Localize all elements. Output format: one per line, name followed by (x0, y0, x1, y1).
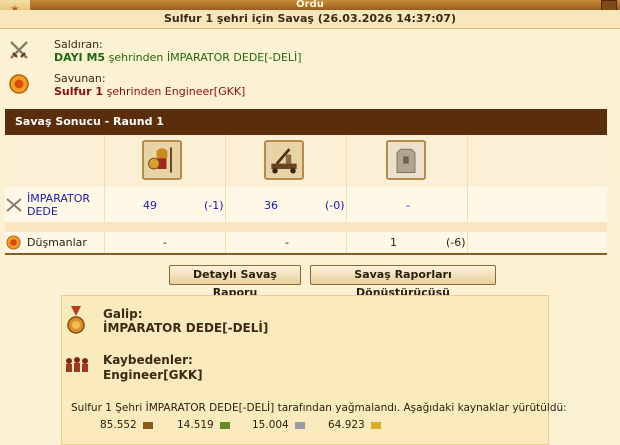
shield-icon (9, 74, 29, 94)
attacker-origin: DAYI M5 şehrinden İMPARATOR DEDE[-DELİ] (54, 51, 302, 64)
attacker-unit-count: - (406, 199, 410, 212)
loot-resource: 85.552 (100, 419, 154, 431)
loot-resource: 64.923 (328, 419, 382, 431)
wall-unit-icon[interactable] (386, 140, 426, 180)
defender-origin-text: şehrinden Engineer[GKK] (106, 85, 246, 98)
attacker-player-link[interactable]: DAYI M5 (54, 51, 105, 64)
hoplite-unit-icon[interactable] (142, 140, 182, 180)
detailed-report-button[interactable]: Detaylı Savaş Raporu (169, 265, 301, 299)
attacker-label: Saldıran: (54, 38, 103, 51)
attacker-origin-text: şehrinden İMPARATOR DEDE[-DELİ] (108, 51, 302, 64)
attacker-unit-count: 49 (143, 199, 157, 212)
loot-wood-value: 85.552 (100, 419, 137, 431)
enemies-row-name: Düşmanlar (27, 236, 87, 249)
battle-result-header: Savaş Sonucu - Raund 1 (5, 109, 607, 135)
loot-resource: 14.519 (177, 419, 231, 431)
attacker-row: İMPARATOR DEDE 49 (-1) 36 (-0) - (5, 187, 607, 222)
battle-summary-panel: Galip: İMPARATOR DEDE[-DELİ] Kaybedenler… (61, 295, 567, 445)
enemy-unit-count: - (163, 236, 167, 249)
catapult-unit-icon[interactable] (264, 140, 304, 180)
marble-icon (295, 421, 306, 429)
wood-icon (143, 421, 154, 429)
defender-label: Savunan: (54, 72, 106, 85)
enemy-unit-count: 1 (390, 236, 397, 249)
attacker-unit-count: 36 (264, 199, 278, 212)
defender-city-link[interactable]: Sulfur 1 (54, 85, 103, 98)
winner-label: Galip: (103, 307, 143, 321)
unit-header-row (5, 135, 607, 187)
loser-name: Engineer[GKK] (103, 368, 203, 382)
defeated-units-icon (66, 357, 88, 372)
crossed-swords-icon (10, 41, 28, 59)
attacker-unit-loss: (-1) (204, 199, 224, 212)
loot-resource: 15.004 (252, 419, 306, 431)
enemies-row: Düşmanlar - - 1 (-6) (5, 232, 607, 255)
row-divider (5, 222, 607, 232)
defender-origin: Sulfur 1 şehrinden Engineer[GKK] (54, 85, 245, 98)
battle-title: Sulfur 1 şehri için Savaş (26.03.2026 14… (0, 10, 620, 29)
enemy-unit-count: - (285, 236, 289, 249)
shield-icon (6, 235, 21, 250)
report-converter-button[interactable]: Savaş Raporları Dönüştürücüsü (310, 265, 496, 299)
loot-description: Sulfur 1 Şehri İMPARATOR DEDE[-DELİ] tar… (71, 402, 567, 414)
wine-icon (220, 421, 231, 429)
enemy-unit-loss: (-6) (446, 236, 466, 249)
window-titlebar: Ordu (0, 0, 620, 10)
loot-marble-value: 15.004 (252, 419, 289, 431)
crossed-swords-icon (6, 198, 22, 212)
attacker-unit-loss: (-0) (325, 199, 345, 212)
loot-wine-value: 14.519 (177, 419, 214, 431)
winner-name: İMPARATOR DEDE[-DELİ] (103, 321, 269, 335)
medal-icon (67, 306, 85, 334)
loser-label: Kaybedenler: (103, 353, 193, 367)
loot-crystal-value: 64.923 (328, 419, 365, 431)
crystal-icon (371, 421, 382, 429)
attacker-row-name[interactable]: İMPARATOR DEDE (27, 192, 107, 218)
window-title: Ordu (296, 0, 324, 10)
